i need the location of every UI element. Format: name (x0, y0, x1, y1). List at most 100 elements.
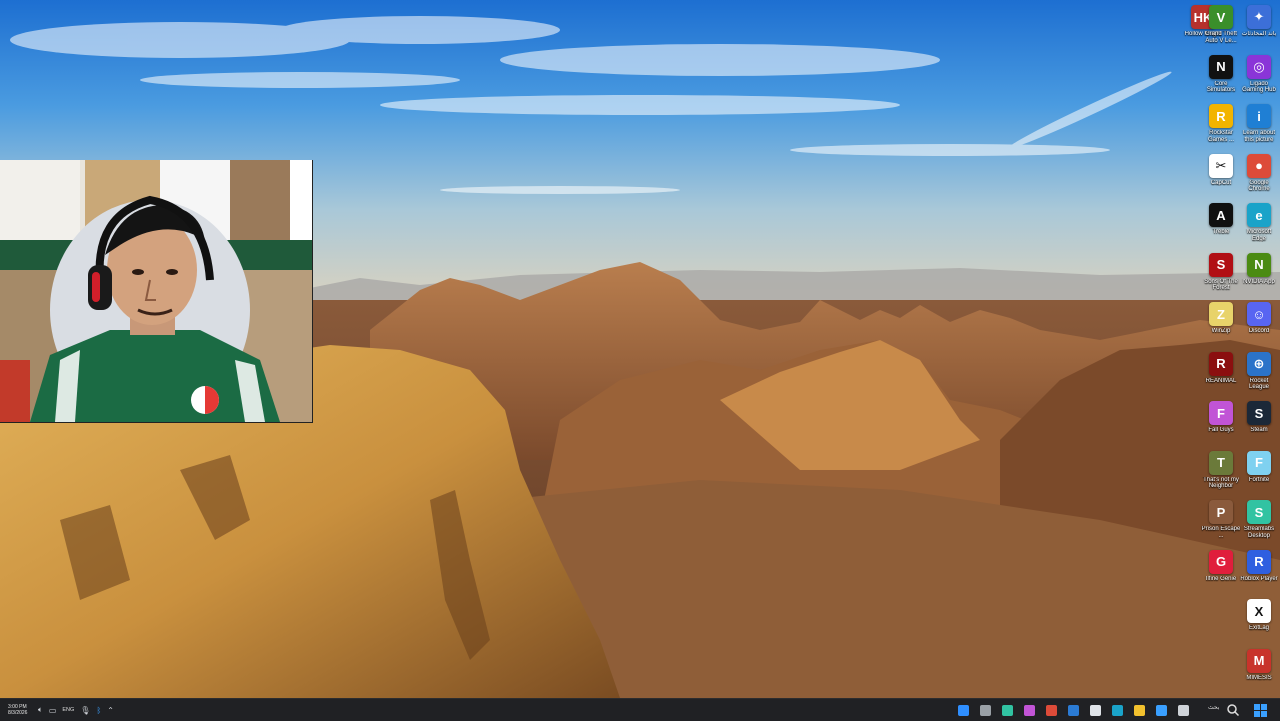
desktop-icon[interactable]: F Fall Guys (1202, 398, 1240, 444)
desktop-icon[interactable]: i Learn about this picture (1240, 101, 1278, 147)
steam-icon: S (1247, 401, 1271, 425)
desktop-icon[interactable]: A Treble (1202, 200, 1240, 246)
desktop-icon[interactable]: ☺ Discord (1240, 299, 1278, 345)
desktop-icon[interactable]: X ExitLag (1240, 596, 1278, 642)
desktop-icon-label: باند المحادثات (1241, 31, 1277, 37)
desktop-icon[interactable]: ⊕ Rocket League (1240, 349, 1278, 395)
desktop-icon-label: Discord (1248, 328, 1270, 334)
speaker-icon[interactable]: 🔈︎ (38, 702, 43, 718)
edge-icon: e (1247, 203, 1271, 227)
exitlag-icon: X (1247, 599, 1271, 623)
desktop-icon[interactable]: S Sons Of The Forest (1202, 250, 1240, 296)
app-icon: ✦ (1247, 5, 1271, 29)
app-pink-icon[interactable] (1021, 702, 1037, 718)
desktop-icon[interactable]: Z WinZip (1202, 299, 1240, 345)
rocket-league-icon: ⊕ (1247, 351, 1271, 376)
desktop-icon-label: Microsoft Edge (1246, 229, 1272, 242)
taskbar-apps (955, 699, 1191, 721)
desktop-icon-label: Streamlabs Desktop (1243, 526, 1275, 539)
desktop-icon-label: Fortnite (1248, 476, 1270, 483)
desktop-icon-label: WinZip (1211, 328, 1231, 334)
genie-icon: G (1209, 549, 1233, 574)
store-icon[interactable] (1153, 702, 1169, 718)
desktop-icon[interactable]: G Ilfine Genie (1202, 547, 1240, 593)
pen-icon[interactable] (955, 702, 971, 718)
desktop-icon[interactable]: R Rockstar Games ... (1202, 101, 1240, 147)
desktop-icon-label: NVIDIA App (1243, 278, 1275, 285)
desktop-icon-label: Grand Theft Auto V Le... (1205, 31, 1237, 44)
desktop-icon-label: Ligado Gaming Hub (1242, 80, 1276, 94)
prison-escape-icon: P (1209, 500, 1233, 524)
desktop-icon-label: Rocket League (1248, 377, 1270, 391)
desktop-icon-label: Treble (1212, 229, 1230, 235)
desktop-icon[interactable]: T That's not my Neighbor (1202, 448, 1240, 494)
webcam-feed (0, 160, 312, 422)
taskbar-clock[interactable]: 3:00 PM 8/3/2026 (8, 704, 32, 716)
winzip-icon: Z (1209, 302, 1233, 326)
desktop-icon-label: That's not my Neighbor (1203, 476, 1239, 490)
streamlabs-icon: S (1247, 500, 1271, 524)
desktop-icon-label: CapCut (1210, 179, 1232, 186)
desktop-icon-label: Roblox Player (1240, 575, 1278, 582)
reanimal-icon: R (1209, 351, 1233, 376)
chrome-icon[interactable] (1043, 702, 1059, 718)
desktop-icon[interactable]: V Grand Theft Auto V Le... (1202, 2, 1240, 48)
desktop-icon-label: Google Chrome (1248, 179, 1270, 193)
capcut-icon: ✂ (1209, 153, 1233, 178)
edge-icon[interactable] (1109, 702, 1125, 718)
desktop-icon-label: Ilfine Genie (1205, 575, 1237, 582)
desktop-icon[interactable]: R REANIMAL (1202, 349, 1240, 395)
file-explorer-icon[interactable] (1131, 702, 1147, 718)
vscode-icon[interactable] (1065, 702, 1081, 718)
chevron-up-icon[interactable]: ⌃ (107, 702, 114, 718)
core-simulators-icon: N (1209, 54, 1233, 79)
roblox-icon: R (1247, 549, 1271, 574)
nvidia-icon: N (1247, 252, 1271, 277)
desktop-icon[interactable]: e Microsoft Edge (1240, 200, 1278, 246)
desktop-icon-label: Prison Escape ... (1201, 526, 1241, 539)
desktop-icon[interactable]: S Steam (1240, 398, 1278, 444)
desktop-icon[interactable]: N NVIDIA App (1240, 250, 1278, 296)
sons-forest-icon: S (1209, 252, 1233, 277)
desktop-icon[interactable]: F Fortnite (1240, 448, 1278, 494)
task-view-icon[interactable] (1175, 702, 1191, 718)
desktop-icon-label: Sons Of The Forest (1204, 278, 1238, 292)
language-indicator[interactable]: ENG (62, 707, 74, 713)
desktop-icon-label: REANIMAL (1205, 377, 1237, 384)
discord-icon: ☺ (1247, 302, 1271, 326)
desktop-icon[interactable]: S Streamlabs Desktop (1240, 497, 1278, 543)
notepad-icon[interactable] (1087, 702, 1103, 718)
desktop-icon[interactable]: ◎ Ligado Gaming Hub (1240, 52, 1278, 98)
microphone-icon[interactable]: 🎙︎ (80, 702, 90, 718)
desktop-icon[interactable]: M MIMESIS (1240, 646, 1278, 692)
desktop-icon[interactable]: R Roblox Player (1240, 547, 1278, 593)
streamlabs-icon[interactable] (999, 702, 1015, 718)
fall-guys-icon: F (1209, 401, 1233, 425)
fortnite-icon: F (1247, 450, 1271, 475)
desktop-icon[interactable]: N Core Simulators (1202, 52, 1240, 98)
system-tray: 🔈︎ ▭ ENG 🎙︎ ᛒ ⌃ (38, 702, 114, 718)
desktop-icon[interactable]: ✦ باند المحادثات (1240, 2, 1278, 48)
desktop-icon-grid: HK Hollow Knight V Grand Theft Auto V Le...… (1185, 0, 1280, 698)
learn-picture-icon: i (1247, 104, 1271, 128)
gta-v-icon: V (1209, 5, 1233, 29)
desktop-icon-label: Rockstar Games ... (1207, 130, 1234, 143)
desktop-icon-label: Fall Guys (1208, 427, 1234, 433)
search-icon[interactable] (1226, 703, 1240, 717)
treble-icon: A (1209, 203, 1233, 227)
start-button[interactable] (1252, 702, 1268, 718)
clock-date: 8/3/2026 (8, 710, 28, 716)
desktop-icon-label: Learn about this picture (1242, 130, 1276, 143)
bluetooth-icon[interactable]: ᛒ (96, 702, 101, 718)
rockstar-icon: R (1209, 104, 1233, 128)
settings-icon[interactable] (977, 702, 993, 718)
neighbor-icon: T (1209, 450, 1233, 475)
webcam-overlay (0, 160, 313, 423)
search-label[interactable]: بحث (1208, 704, 1219, 711)
mimesis-icon: M (1247, 648, 1271, 673)
desktop-icon[interactable]: ✂ CapCut (1202, 151, 1240, 197)
desktop-icon[interactable]: ● Google Chrome (1240, 151, 1278, 197)
desktop-icon[interactable]: P Prison Escape ... (1202, 497, 1240, 543)
network-icon[interactable]: ▭ (49, 702, 57, 718)
desktop-icon-label: ExitLag (1248, 625, 1269, 631)
